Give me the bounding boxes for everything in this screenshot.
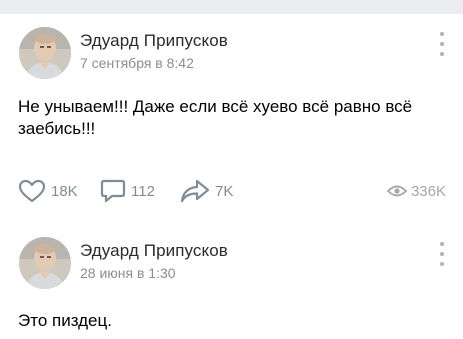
top-separator [0, 0, 463, 14]
menu-dot [440, 262, 444, 266]
share-button[interactable]: 7K [180, 176, 233, 206]
like-button[interactable]: 18K [18, 176, 78, 206]
post-date[interactable]: 7 сентября в 8:42 [80, 55, 194, 71]
menu-dot [440, 252, 444, 256]
more-vertical-icon[interactable] [437, 32, 447, 56]
views-count: 336K [410, 182, 446, 200]
post-date[interactable]: 28 июня в 1:30 [80, 265, 176, 281]
menu-dot [440, 32, 444, 36]
comment-button[interactable]: 112 [100, 176, 155, 206]
post-actions: 18K 112 7K 336K [0, 176, 463, 206]
avatar-image [19, 237, 71, 289]
heart-icon [18, 179, 46, 203]
share-count: 7K [215, 182, 234, 200]
post-text: Это пиздец. [18, 311, 112, 330]
more-vertical-icon[interactable] [437, 242, 447, 266]
avatar-image [19, 27, 71, 79]
avatar[interactable] [19, 27, 71, 79]
menu-dot [440, 242, 444, 246]
post: Эдуард Припусков 7 сентября в 8:42 Не ун… [0, 14, 463, 222]
like-count: 18K [51, 182, 78, 200]
comment-count: 112 [131, 182, 155, 200]
menu-dot [440, 42, 444, 46]
avatar[interactable] [19, 237, 71, 289]
share-arrow-icon [180, 179, 210, 203]
views-counter: 336K [386, 176, 446, 206]
menu-dot [440, 52, 444, 56]
post-text: Не унываем!!! Даже если всё хуево всё ра… [18, 97, 413, 138]
post: Эдуард Припусков 28 июня в 1:30 Это пизд… [0, 222, 463, 339]
comment-icon [100, 179, 126, 203]
author-name[interactable]: Эдуард Припусков [80, 31, 228, 51]
eye-icon [386, 185, 407, 197]
author-name[interactable]: Эдуард Припусков [80, 241, 228, 261]
